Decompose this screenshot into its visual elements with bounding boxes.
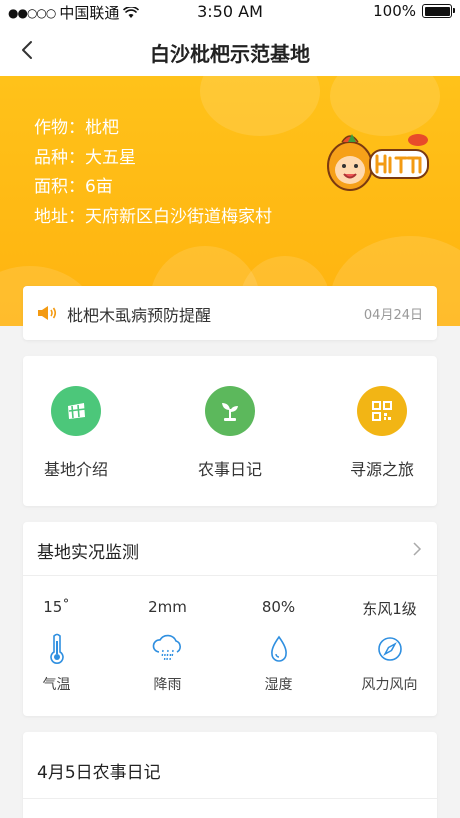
notice-date: 04月24日 — [363, 308, 423, 323]
qr-code-icon — [357, 386, 407, 436]
feature-label: 寻源之旅 — [349, 460, 414, 479]
feature-label: 农事日记 — [197, 460, 262, 479]
chevron-right-icon — [413, 542, 422, 556]
feature-farm-diary[interactable]: 农事日记 — [170, 386, 290, 480]
area-row: 面积：6亩 — [34, 177, 113, 197]
metric-name: 气温 — [42, 677, 71, 693]
address-row: 地址：天府新区白沙街道梅家村 — [34, 206, 272, 227]
battery-icon — [422, 4, 455, 18]
diary-title: 4月5日农事日记 — [37, 763, 161, 783]
feature-label: 基地介绍 — [43, 460, 108, 479]
feature-trace-source[interactable]: 寻源之旅 — [322, 386, 442, 480]
nav-bar: 白沙枇杷示范基地 — [0, 24, 460, 76]
metric-name: 降雨 — [153, 677, 182, 693]
metric-rainfall: 2mm 降雨 — [116, 598, 219, 694]
monitor-header[interactable]: 基地实况监测 — [23, 522, 437, 576]
metric-value: 2mm — [148, 598, 187, 616]
map-icon — [51, 386, 101, 436]
metric-name: 湿度 — [264, 677, 293, 693]
loquat-mascot-logo — [327, 134, 429, 191]
speaker-icon — [38, 306, 57, 320]
crop-row: 作物：枇杷 — [34, 118, 119, 138]
monitor-card: 基地实况监测 15˚ 气温 2mm 降雨 80% 湿度 东风1级 风力风向 — [23, 522, 437, 716]
divider — [23, 798, 437, 799]
monitor-title: 基地实况监测 — [37, 543, 139, 563]
metric-temperature: 15˚ 气温 — [5, 598, 108, 694]
farm-info: 作物：枇杷 品种：大五星 面积：6亩 地址：天府新区白沙街道梅家村 — [34, 114, 272, 232]
page-title: 白沙枇杷示范基地 — [150, 42, 310, 66]
thermometer-icon — [5, 632, 108, 666]
metric-name: 风力风向 — [361, 677, 418, 693]
compass-icon — [338, 632, 441, 666]
metric-humidity: 80% 湿度 — [227, 598, 330, 694]
metric-wind: 东风1级 风力风向 — [338, 598, 441, 694]
feature-card: 基地介绍 农事日记 寻源之旅 — [23, 356, 437, 506]
status-bar: ●●○○○ 中国联通 3:50 AM 100% — [0, 0, 460, 24]
diary-card[interactable]: 4月5日农事日记 — [23, 732, 437, 818]
metric-value: 80% — [261, 598, 296, 616]
rain-cloud-icon — [116, 632, 219, 666]
notice-text: 枇杷木虱病预防提醒 — [67, 306, 212, 325]
metric-value: 15˚ — [43, 598, 70, 616]
notice-bar[interactable]: 枇杷木虱病预防提醒 04月24日 — [23, 286, 437, 340]
variety-row: 品种：大五星 — [34, 147, 136, 168]
battery-percent: 100% — [373, 2, 416, 20]
water-drop-icon — [227, 632, 330, 666]
feature-base-intro[interactable]: 基地介绍 — [16, 386, 136, 480]
metric-value: 东风1级 — [362, 600, 417, 618]
sprout-icon — [205, 386, 255, 436]
